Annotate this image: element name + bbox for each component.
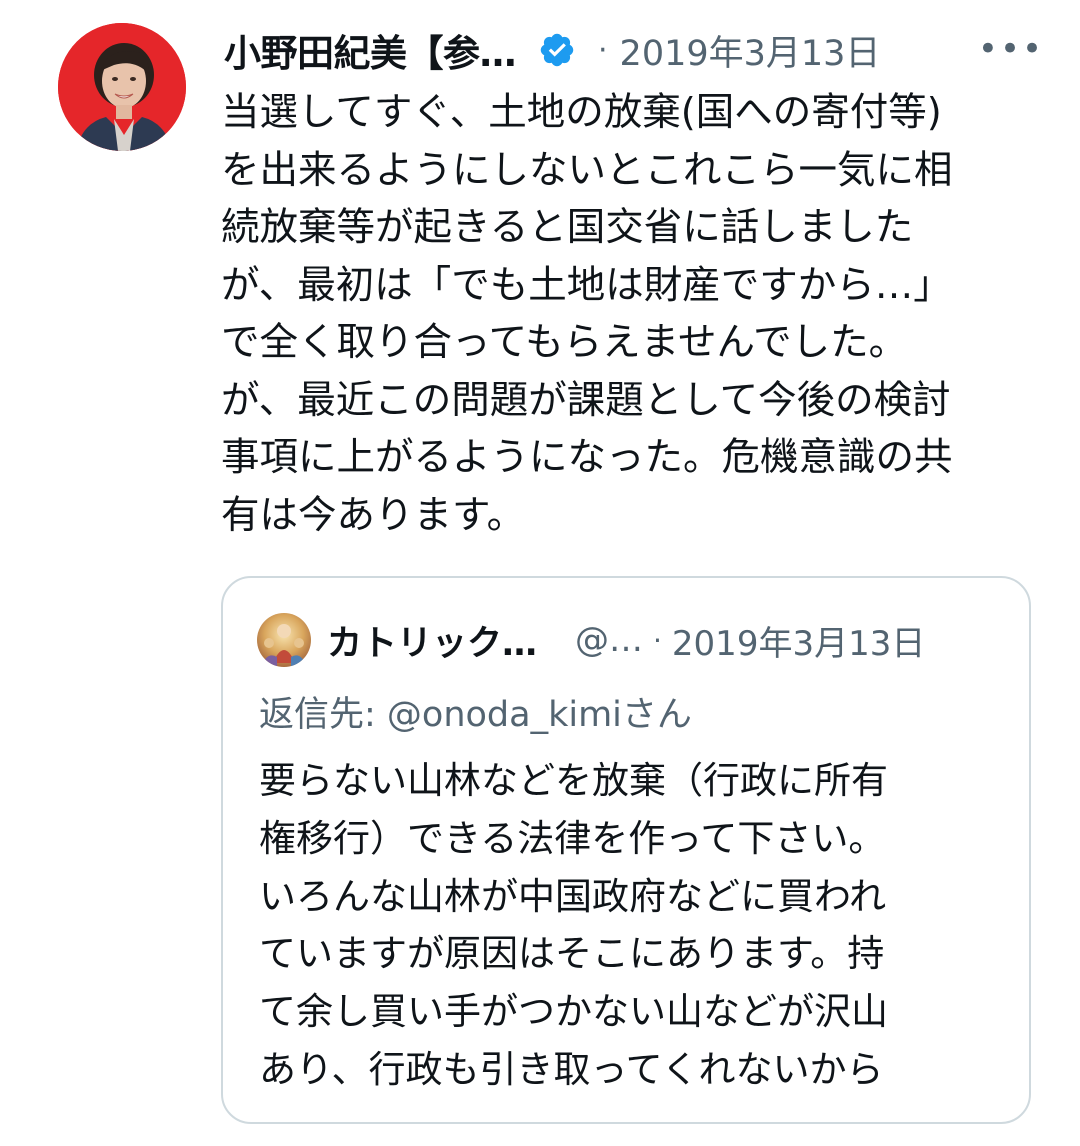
profile-avatar[interactable] [58,23,186,151]
reply-context: 返信先: @onoda_kimiさん [259,686,692,737]
quoted-tweet-text: 要らない山林などを放棄（行政に所有 権移行）できる法律を作って下さい。 いろんな… [259,759,888,1091]
quoted-handle[interactable]: @… [575,620,643,660]
quoted-avatar[interactable] [257,613,311,667]
tweet-text: 当選してすぐ、土地の放棄(国への寄付等) を出来るようにしないとこれこら一気に相… [221,90,953,538]
display-name[interactable]: 小野田紀美【参… [224,23,517,77]
quoted-tweet[interactable]: カトリック… @… · 2019年3月13日 返信先: @onoda_kimiさ… [221,576,1031,1124]
quoted-display-name[interactable]: カトリック… [327,615,537,666]
verified-badge-icon [538,31,576,69]
header-separator: · [598,32,608,68]
more-options-icon[interactable]: ••• [978,24,1042,74]
tweet-date[interactable]: 2019年3月13日 [620,25,881,76]
quoted-tweet-header: カトリック… @… · 2019年3月13日 [257,608,1017,672]
profile-photo [58,23,186,151]
quoted-date[interactable]: 2019年3月13日 [672,616,925,665]
quoted-separator: · [653,623,662,657]
reply-prefix: 返信先: [259,695,387,735]
reply-suffix: さん [621,695,692,735]
tweet-header: 小野田紀美【参… · 2019年3月13日 ••• [224,22,1044,78]
tweet: 小野田紀美【参… · 2019年3月13日 ••• 当選してすぐ、土地の放棄(国… [0,0,1080,1146]
reply-mention-link[interactable]: @onoda_kimi [387,695,622,735]
quoted-avatar-image [257,613,311,667]
